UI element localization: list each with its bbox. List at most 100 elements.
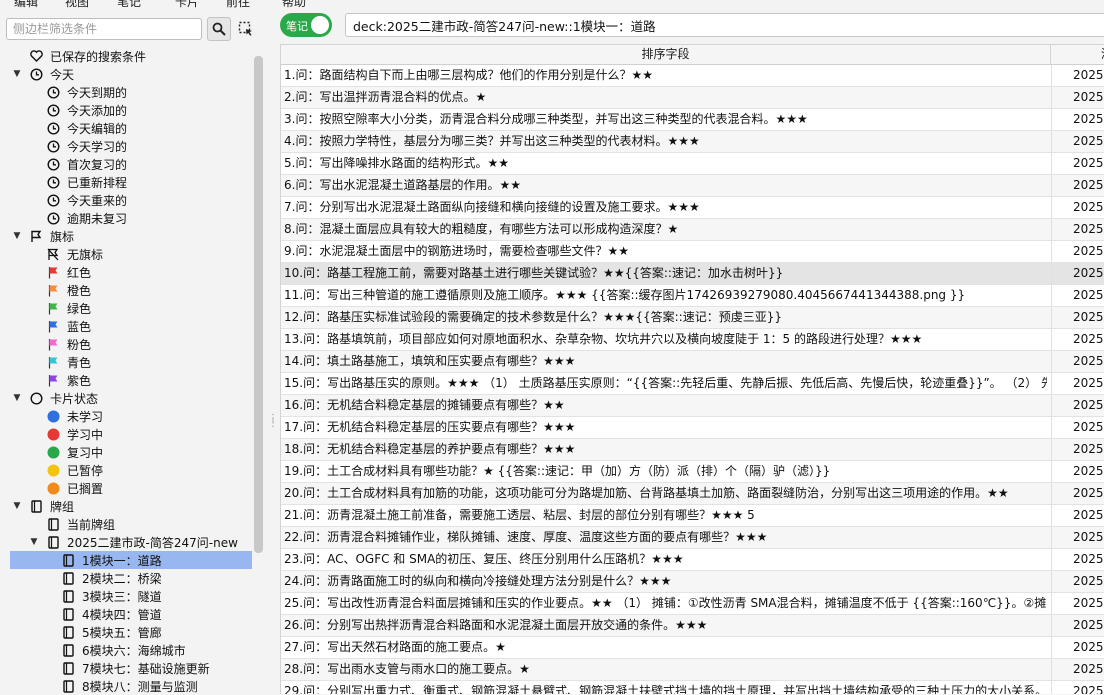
sidebar-item-label: 青色	[67, 355, 92, 370]
table-row[interactable]: 19.问：土工合成材料具有哪些功能？★ {{答案::速记：甲（加）方（防）派（排…	[281, 461, 1104, 483]
table-row[interactable]: 11.问：写出三种管道的施工遵循原则及施工顺序。★★★ {{答案::缓存图片17…	[281, 285, 1104, 307]
table-row[interactable]: 8.问：混凝土面层应具有较大的粗糙度，有哪些方法可以形成构造深度？★ 2025-	[281, 219, 1104, 241]
sidebar-item-4[interactable]: 今天编辑的	[0, 119, 262, 137]
table-row[interactable]: 27.问：写出天然石材路面的施工要点。★ 2025-	[281, 637, 1104, 659]
table-row[interactable]: 12.问：路基压实标准试验段的需要确定的技术参数是什么？★★★{{答案::速记：…	[281, 307, 1104, 329]
sidebar-item-11[interactable]: 无旗标	[0, 245, 262, 263]
table-row[interactable]: 10.问：路基工程施工前，需要对路基土进行哪些关键试验？★★{{答案::速记：加…	[281, 263, 1104, 285]
sidebar-item-30[interactable]: 3模块三：隧道	[0, 587, 262, 605]
expand-arrow-icon[interactable]: ▼	[29, 537, 39, 547]
sidebar-item-15[interactable]: 蓝色	[0, 317, 262, 335]
sidebar-scrollbar[interactable]	[254, 56, 263, 553]
table-row[interactable]: 28.问：写出雨水支管与雨水口的施工要点。★ 2025-	[281, 659, 1104, 681]
column-header-created[interactable]: 添	[1051, 45, 1104, 64]
deck-icon	[61, 661, 75, 675]
table-row[interactable]: 16.问：无机结合料稳定基层的摊铺要点有哪些？★★ 2025-	[281, 395, 1104, 417]
expand-arrow-icon[interactable]: ▼	[12, 69, 22, 79]
table-row[interactable]: 20.问：土工合成材料具有加筋的功能，这项功能可分为路堤加筋、台背路基填土加筋、…	[281, 483, 1104, 505]
table-row[interactable]: 22.问：沥青混合料摊铺作业，梯队摊铺、速度、厚度、温度这些方面的要点有哪些？★…	[281, 527, 1104, 549]
sidebar-item-14[interactable]: 绿色	[0, 299, 262, 317]
sidebar-item-5[interactable]: 今天学习的	[0, 137, 262, 155]
table-row[interactable]: 3.问：按照空隙率大小分类，沥青混合料分成哪三种类型，并写出这三种类型的代表混合…	[281, 109, 1104, 131]
sidebar-item-17[interactable]: 青色	[0, 353, 262, 371]
sidebar-item-32[interactable]: 5模块五：管廊	[0, 623, 262, 641]
sort-field-cell: 3.问：按照空隙率大小分类，沥青混合料分成哪三种类型，并写出这三种类型的代表混合…	[284, 112, 808, 126]
sidebar-item-3[interactable]: 今天添加的	[0, 101, 262, 119]
sidebar-item-33[interactable]: 6模块六：海绵城市	[0, 641, 262, 659]
sidebar-item-21[interactable]: 学习中	[0, 425, 262, 443]
menu-item-2[interactable]: 笔记	[117, 0, 141, 8]
sidebar-item-34[interactable]: 7模块七：基础设施更新	[0, 659, 262, 677]
notes-cards-toggle[interactable]: 笔记	[280, 13, 332, 37]
sidebar-item-6[interactable]: 首次复习的	[0, 155, 262, 173]
sidebar-item-31[interactable]: 4模块四：管道	[0, 605, 262, 623]
table-row[interactable]: 7.问：分别写出水泥混凝土路面纵向接缝和横向接缝的设置及施工要求。★★★ 2025…	[281, 197, 1104, 219]
expand-arrow-icon[interactable]: ▼	[12, 231, 22, 241]
sidebar-item-16[interactable]: 粉色	[0, 335, 262, 353]
sidebar-item-10[interactable]: ▼ 旗标	[0, 227, 262, 245]
sidebar-item-0[interactable]: 已保存的搜索条件	[0, 47, 262, 65]
sidebar-item-7[interactable]: 已重新排程	[0, 173, 262, 191]
sidebar-item-label: 无旗标	[67, 247, 104, 262]
sidebar-item-24[interactable]: 已搁置	[0, 479, 262, 497]
search-query-input[interactable]	[345, 13, 1104, 37]
table-row[interactable]: 14.问：填土路基施工，填筑和压实要点有哪些？★★★ 2025-	[281, 351, 1104, 373]
sidebar-item-2[interactable]: 今天到期的	[0, 83, 262, 101]
sort-field-cell: 25.问：写出改性沥青混合料面层摊铺和压实的作业要点。★★ （1） 摊铺：①改性…	[284, 596, 1047, 610]
table-row[interactable]: 15.问：写出路基压实的原则。★★★ （1） 土质路基压实原则：“{{答案::先…	[281, 373, 1104, 395]
flag-icon	[46, 319, 60, 333]
menu-item-4[interactable]: 前往	[226, 0, 250, 8]
sidebar-item-35[interactable]: 8模块八：测量与监测	[0, 677, 262, 695]
selection-tool-icon	[238, 21, 252, 36]
splitter-handle[interactable]: ⋮ ⋮	[268, 414, 278, 430]
table-row[interactable]: 4.问：按照力学特性，基层分为哪三类？并写出这三种类型的代表材料。★★★ 2025…	[281, 131, 1104, 153]
table-row[interactable]: 17.问：无机结合料稳定基层的压实要点有哪些？★★★ 2025-	[281, 417, 1104, 439]
clock-icon	[46, 103, 60, 117]
sidebar-item-29[interactable]: 2模块二：桥梁	[0, 569, 262, 587]
search-button[interactable]	[207, 17, 231, 41]
table-row[interactable]: 13.问：路基填筑前，项目部应如何对原地面积水、杂草杂物、坎坑井穴以及横向坡度陡…	[281, 329, 1104, 351]
table-row[interactable]: 9.问：水泥混凝土面层中的钢筋进场时，需要检查哪些文件？★★ 2025-	[281, 241, 1104, 263]
table-row[interactable]: 26.问：分别写出热拌沥青混合料路面和水泥混凝土面层开放交通的条件。★★★ 202…	[281, 615, 1104, 637]
table-row[interactable]: 6.问：写出水泥混凝土道路基层的作用。★★ 2025-	[281, 175, 1104, 197]
menu-item-3[interactable]: 卡片	[175, 0, 199, 8]
menu-item-0[interactable]: 编辑	[14, 0, 38, 8]
expand-arrow-icon[interactable]: ▼	[12, 501, 22, 511]
table-row[interactable]: 25.问：写出改性沥青混合料面层摊铺和压实的作业要点。★★ （1） 摊铺：①改性…	[281, 593, 1104, 615]
created-date-cell: 2025-	[1051, 241, 1104, 262]
sidebar-item-1[interactable]: ▼ 今天	[0, 65, 262, 83]
sidebar-item-20[interactable]: 未学习	[0, 407, 262, 425]
sort-field-cell: 29.问：分别写出重力式、衡重式、钢筋混凝土悬臂式、钢筋混凝土扶壁式挡土墙的挡土…	[284, 684, 1047, 694]
sidebar-item-9[interactable]: 逾期未复习	[0, 209, 262, 227]
table-row[interactable]: 24.问：沥青路面施工时的纵向和横向冷接缝处理方法分别是什么？★★★ 2025-	[281, 571, 1104, 593]
sidebar-item-12[interactable]: 红色	[0, 263, 262, 281]
column-header-sort-field[interactable]: 排序字段	[281, 45, 1051, 64]
sidebar-item-8[interactable]: 今天重来的	[0, 191, 262, 209]
table-row[interactable]: 18.问：无机结合料稳定基层的养护要点有哪些？★★★ 2025-	[281, 439, 1104, 461]
table-row[interactable]: 5.问：写出降噪排水路面的结构形式。★★ 2025-	[281, 153, 1104, 175]
table-row[interactable]: 29.问：分别写出重力式、衡重式、钢筋混凝土悬臂式、钢筋混凝土扶壁式挡土墙的挡土…	[281, 681, 1104, 694]
menu-item-5[interactable]: 帮助	[282, 0, 306, 8]
sidebar-item-22[interactable]: 复习中	[0, 443, 262, 461]
select-mode-button[interactable]	[237, 20, 255, 38]
sidebar-item-27[interactable]: ▼ 2025二建市政-简答247问-new	[0, 533, 262, 551]
sidebar-item-label: 4模块四：管道	[82, 607, 162, 622]
sidebar-search-input[interactable]	[6, 18, 202, 40]
sidebar-item-19[interactable]: ▼ 卡片状态	[0, 389, 262, 407]
table-row[interactable]: 23.问：AC、OGFC 和 SMA的初压、复压、终压分别用什么压路机？★★★ 2…	[281, 549, 1104, 571]
sidebar-item-label: 当前牌组	[67, 517, 116, 532]
sidebar-item-28[interactable]: 1模块一：道路	[10, 551, 252, 569]
clock-icon	[46, 193, 60, 207]
menu-item-1[interactable]: 视图	[65, 0, 89, 8]
sidebar-item-13[interactable]: 橙色	[0, 281, 262, 299]
sidebar-item-25[interactable]: ▼ 牌组	[0, 497, 262, 515]
table-row[interactable]: 21.问：沥青混凝土施工前准备，需要施工透层、粘层、封层的部位分别有哪些？★★★…	[281, 505, 1104, 527]
sidebar-item-label: 今天添加的	[67, 103, 128, 118]
sidebar-item-18[interactable]: 紫色	[0, 371, 262, 389]
table-row[interactable]: 2.问：写出温拌沥青混合料的优点。★ 2025-	[281, 87, 1104, 109]
sidebar-item-26[interactable]: 当前牌组	[0, 515, 262, 533]
table-row[interactable]: 1.问：路面结构自下而上由哪三层构成？他们的作用分别是什么？★★ 2025-	[281, 65, 1104, 87]
sidebar-item-23[interactable]: 已暂停	[0, 461, 262, 479]
expand-arrow-icon[interactable]: ▼	[12, 393, 22, 403]
created-date-cell: 2025-	[1051, 681, 1104, 694]
